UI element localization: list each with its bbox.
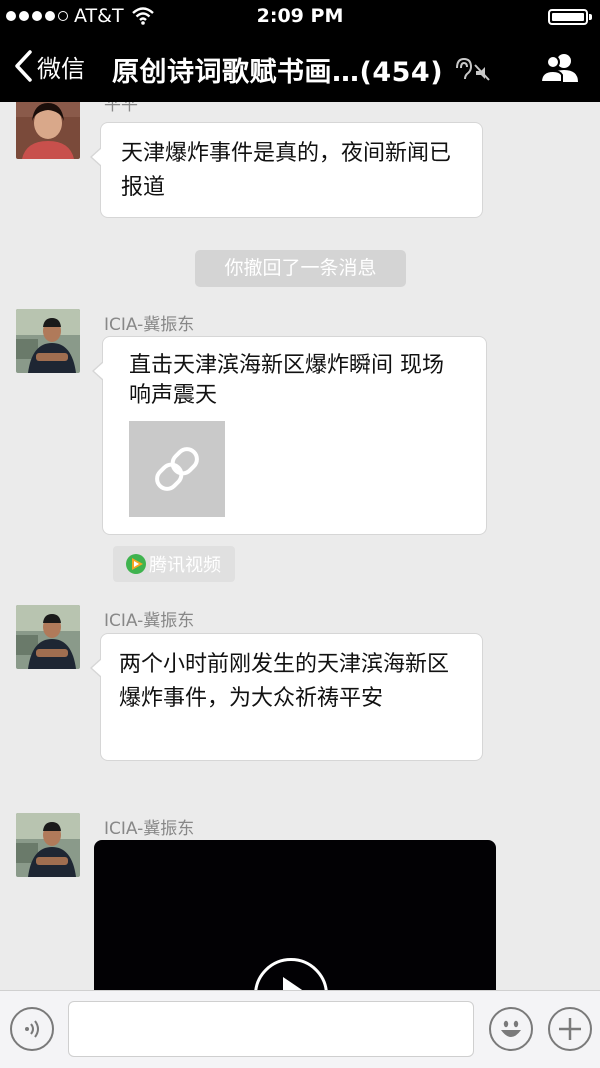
nav-bar: 微信 原创诗词歌赋书画…(454) (0, 34, 600, 102)
message-text: 天津爆炸事件是真的，夜间新闻已报道 (121, 141, 452, 200)
avatar[interactable] (16, 605, 80, 669)
message-bubble[interactable]: 两个小时前刚发生的天津滨海新区爆炸事件，为大众祈祷平安 (90, 633, 483, 761)
add-button[interactable] (548, 1007, 592, 1051)
link-title: 直击天津滨海新区爆炸瞬间 现场响声震天 (129, 353, 444, 408)
link-message-bubble[interactable]: 直击天津滨海新区爆炸瞬间 现场响声震天 (92, 336, 487, 535)
chevron-left-icon (15, 50, 32, 82)
chat-title: 原创诗词歌赋书画…(454) (112, 57, 444, 88)
message-input[interactable] (68, 1001, 474, 1057)
sender-name: ICIA-冀振东 (104, 819, 195, 839)
voice-button[interactable] (10, 1007, 54, 1051)
back-button[interactable]: 微信 (12, 48, 85, 84)
message-bubble[interactable]: 天津爆炸事件是真的，夜间新闻已报道 (90, 122, 483, 218)
avatar[interactable] (16, 309, 80, 373)
ear-muted-icon (456, 57, 490, 81)
emoji-icon (501, 1020, 521, 1037)
link-thumbnail (129, 421, 225, 517)
play-icon[interactable] (254, 958, 328, 990)
video-message[interactable] (94, 840, 496, 990)
avatar[interactable] (16, 813, 80, 877)
battery-icon (548, 9, 592, 25)
emoji-button[interactable] (489, 1007, 533, 1051)
back-label: 微信 (37, 54, 85, 83)
message-text: 两个小时前刚发生的天津滨海新区爆炸事件，为大众祈祷平安 (119, 652, 450, 711)
sender-name: ICIA-冀振东 (104, 315, 195, 335)
input-bar (0, 990, 600, 1068)
tencent-video-icon (126, 554, 146, 574)
voice-icon (25, 1020, 39, 1038)
system-message: 你撤回了一条消息 (195, 250, 406, 287)
plus-icon (559, 1018, 581, 1040)
status-bar: AT&T 2:09 PM (0, 0, 600, 34)
group-members-icon[interactable] (540, 52, 580, 84)
sender-name: 平平 (104, 102, 138, 115)
link-icon (155, 447, 199, 491)
sender-name: ICIA-冀振东 (104, 611, 195, 631)
link-source-label: 腾讯视频 (149, 555, 221, 576)
link-source: 腾讯视频 (113, 546, 235, 582)
avatar[interactable] (16, 102, 80, 159)
chat-area[interactable]: 平平 天津爆炸事件是真的，夜间新闻已报道 你撤回了一条消息 ICIA-冀振东 直… (0, 102, 600, 990)
status-time: 2:09 PM (256, 5, 344, 27)
top-bar: AT&T 2:09 PM 微信 原创诗词歌赋书画…(454) (0, 0, 600, 102)
